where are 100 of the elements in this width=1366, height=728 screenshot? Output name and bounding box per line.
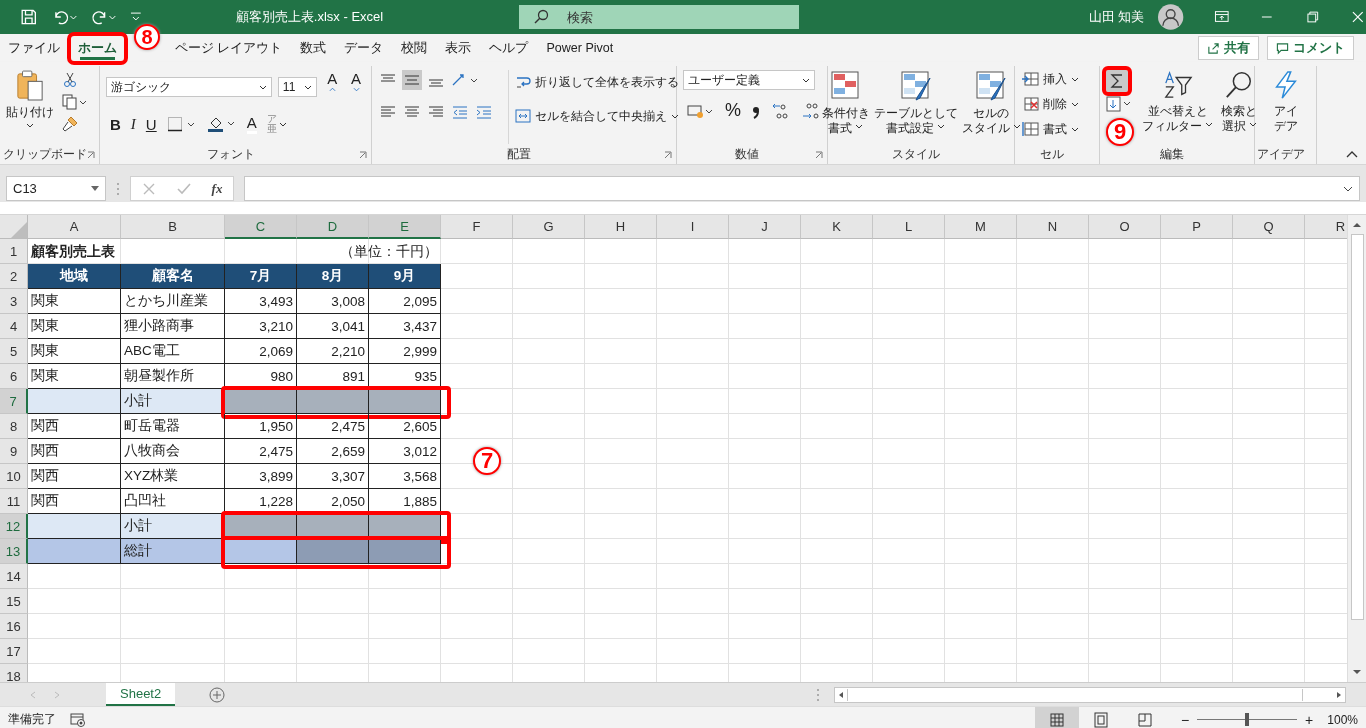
zoom-out-button[interactable]: − xyxy=(1180,711,1190,728)
share-button[interactable]: 共有 xyxy=(1198,36,1259,60)
format-painter-icon[interactable] xyxy=(62,116,78,132)
column-header[interactable]: P xyxy=(1161,215,1233,239)
row-header[interactable]: 11 xyxy=(0,489,28,514)
style-button[interactable]: 条件付き 書式 xyxy=(821,70,870,144)
avatar-icon[interactable] xyxy=(1158,4,1184,30)
column-header[interactable]: K xyxy=(801,215,873,239)
ribbon-tab[interactable]: ヘルプ xyxy=(481,34,537,62)
column-header[interactable]: N xyxy=(1017,215,1089,239)
ribbon-tab[interactable]: ファイル xyxy=(0,34,68,62)
copy-icon[interactable] xyxy=(62,94,88,110)
cells-button[interactable]: 削除 xyxy=(1021,93,1093,115)
bold-button[interactable]: B xyxy=(110,115,121,133)
close-icon[interactable] xyxy=(1350,9,1366,25)
merge-center-button[interactable]: セルを結合して中央揃え xyxy=(515,104,679,128)
font-color-button[interactable]: A xyxy=(246,114,257,134)
launcher-icon[interactable] xyxy=(359,151,367,159)
fill-color-icon[interactable] xyxy=(206,115,237,133)
borders-icon[interactable] xyxy=(166,116,197,132)
row-header[interactable]: 9 xyxy=(0,439,28,464)
column-header[interactable]: E xyxy=(369,215,441,239)
ribbon-tab[interactable]: データ xyxy=(336,34,392,62)
find-select-button[interactable]: 検索と 選択 xyxy=(1221,70,1257,144)
column-header[interactable]: D xyxy=(297,215,369,239)
row-header[interactable]: 10 xyxy=(0,464,28,489)
formula-input[interactable] xyxy=(244,176,1360,201)
normal-view-icon[interactable] xyxy=(1048,711,1065,728)
row-header[interactable]: 18 xyxy=(0,664,28,682)
launcher-icon[interactable] xyxy=(815,151,823,159)
percent-button[interactable]: % xyxy=(725,100,741,121)
style-button[interactable]: テーブルとして 書式設定 xyxy=(873,70,958,144)
column-header[interactable]: C xyxy=(225,215,297,239)
ribbon-tab[interactable]: 数式 xyxy=(292,34,335,62)
ribbon-tab[interactable]: ホーム xyxy=(70,34,125,62)
comment-button[interactable]: コメント xyxy=(1267,36,1354,60)
cells-button[interactable]: 挿入 xyxy=(1021,68,1093,90)
redo-icon[interactable] xyxy=(90,8,117,26)
row-header[interactable]: 5 xyxy=(0,339,28,364)
column-header[interactable]: J xyxy=(729,215,801,239)
row-header[interactable]: 4 xyxy=(0,314,28,339)
style-button[interactable]: セルの スタイル xyxy=(961,70,1021,144)
row-header[interactable]: 13 xyxy=(0,539,28,564)
ribbon-tab[interactable]: 表示 xyxy=(437,34,480,62)
zoom-level[interactable]: 100% xyxy=(1327,712,1358,727)
shrink-font-button[interactable]: A xyxy=(347,70,365,104)
row-header[interactable]: 12 xyxy=(0,514,28,539)
ribbon-tab[interactable]: 校閲 xyxy=(393,34,436,62)
page-break-icon[interactable] xyxy=(1136,711,1153,728)
decrease-decimal-icon[interactable] xyxy=(801,100,821,121)
column-header[interactable]: Q xyxy=(1233,215,1305,239)
row-header[interactable]: 1 xyxy=(0,239,28,264)
customize-icon[interactable] xyxy=(130,11,142,23)
ideas-button[interactable]: アイ デア xyxy=(1270,70,1301,144)
font-name-field[interactable]: 游ゴシック xyxy=(106,77,272,97)
column-header[interactable]: O xyxy=(1089,215,1161,239)
search-field[interactable]: 検索 xyxy=(518,5,799,29)
row-header[interactable]: 8 xyxy=(0,414,28,439)
italic-button[interactable]: I xyxy=(130,115,136,133)
row-header[interactable]: 17 xyxy=(0,639,28,664)
column-header[interactable]: B xyxy=(121,215,225,239)
row-header[interactable]: 6 xyxy=(0,364,28,389)
scissors-icon[interactable] xyxy=(62,72,78,88)
page-layout-icon[interactable] xyxy=(1092,711,1109,728)
sheet-tab[interactable]: Sheet2 xyxy=(106,683,176,706)
row-header[interactable]: 16 xyxy=(0,614,28,639)
row-header[interactable]: 7 xyxy=(0,389,28,414)
add-sheet-icon[interactable] xyxy=(209,686,226,703)
column-header[interactable]: I xyxy=(657,215,729,239)
macro-record-icon[interactable] xyxy=(70,711,86,728)
row-header[interactable]: 15 xyxy=(0,589,28,614)
column-header[interactable]: R xyxy=(1305,215,1347,239)
ribbon-tab[interactable]: ページ レイアウト xyxy=(167,34,291,62)
restore-icon[interactable] xyxy=(1304,9,1321,25)
grow-font-button[interactable]: A xyxy=(323,70,342,104)
scroll-thumb[interactable] xyxy=(847,688,1303,701)
name-box[interactable]: C13 xyxy=(6,176,106,201)
underline-button[interactable]: U xyxy=(145,115,157,133)
check-icon[interactable] xyxy=(176,181,191,196)
column-header[interactable]: F xyxy=(441,215,513,239)
column-header[interactable]: A xyxy=(28,215,121,239)
expand-icon[interactable] xyxy=(1343,185,1353,192)
insert-function-button[interactable]: fx xyxy=(211,180,223,197)
zoom-in-button[interactable]: + xyxy=(1305,711,1314,728)
cells-button[interactable]: 書式 xyxy=(1021,118,1093,140)
ribbon-display-icon[interactable] xyxy=(1213,9,1230,25)
row-header[interactable]: 2 xyxy=(0,264,28,289)
launcher-icon[interactable] xyxy=(664,151,672,159)
launcher-icon[interactable] xyxy=(87,151,95,159)
column-header[interactable]: H xyxy=(585,215,657,239)
column-header[interactable]: M xyxy=(945,215,1017,239)
horizontal-scrollbar[interactable] xyxy=(834,686,1346,703)
row-header[interactable]: 3 xyxy=(0,289,28,314)
sort-filter-button[interactable]: 並べ替えと フィルター xyxy=(1142,70,1213,144)
save-icon[interactable] xyxy=(20,8,38,26)
wrap-text-button[interactable]: 折り返して全体を表示する xyxy=(515,70,679,94)
font-size-field[interactable]: 11 xyxy=(277,77,318,97)
column-header[interactable]: G xyxy=(513,215,585,239)
number-format-field[interactable]: ユーザー定義 xyxy=(683,70,815,90)
align-middle-icon[interactable] xyxy=(402,70,422,90)
